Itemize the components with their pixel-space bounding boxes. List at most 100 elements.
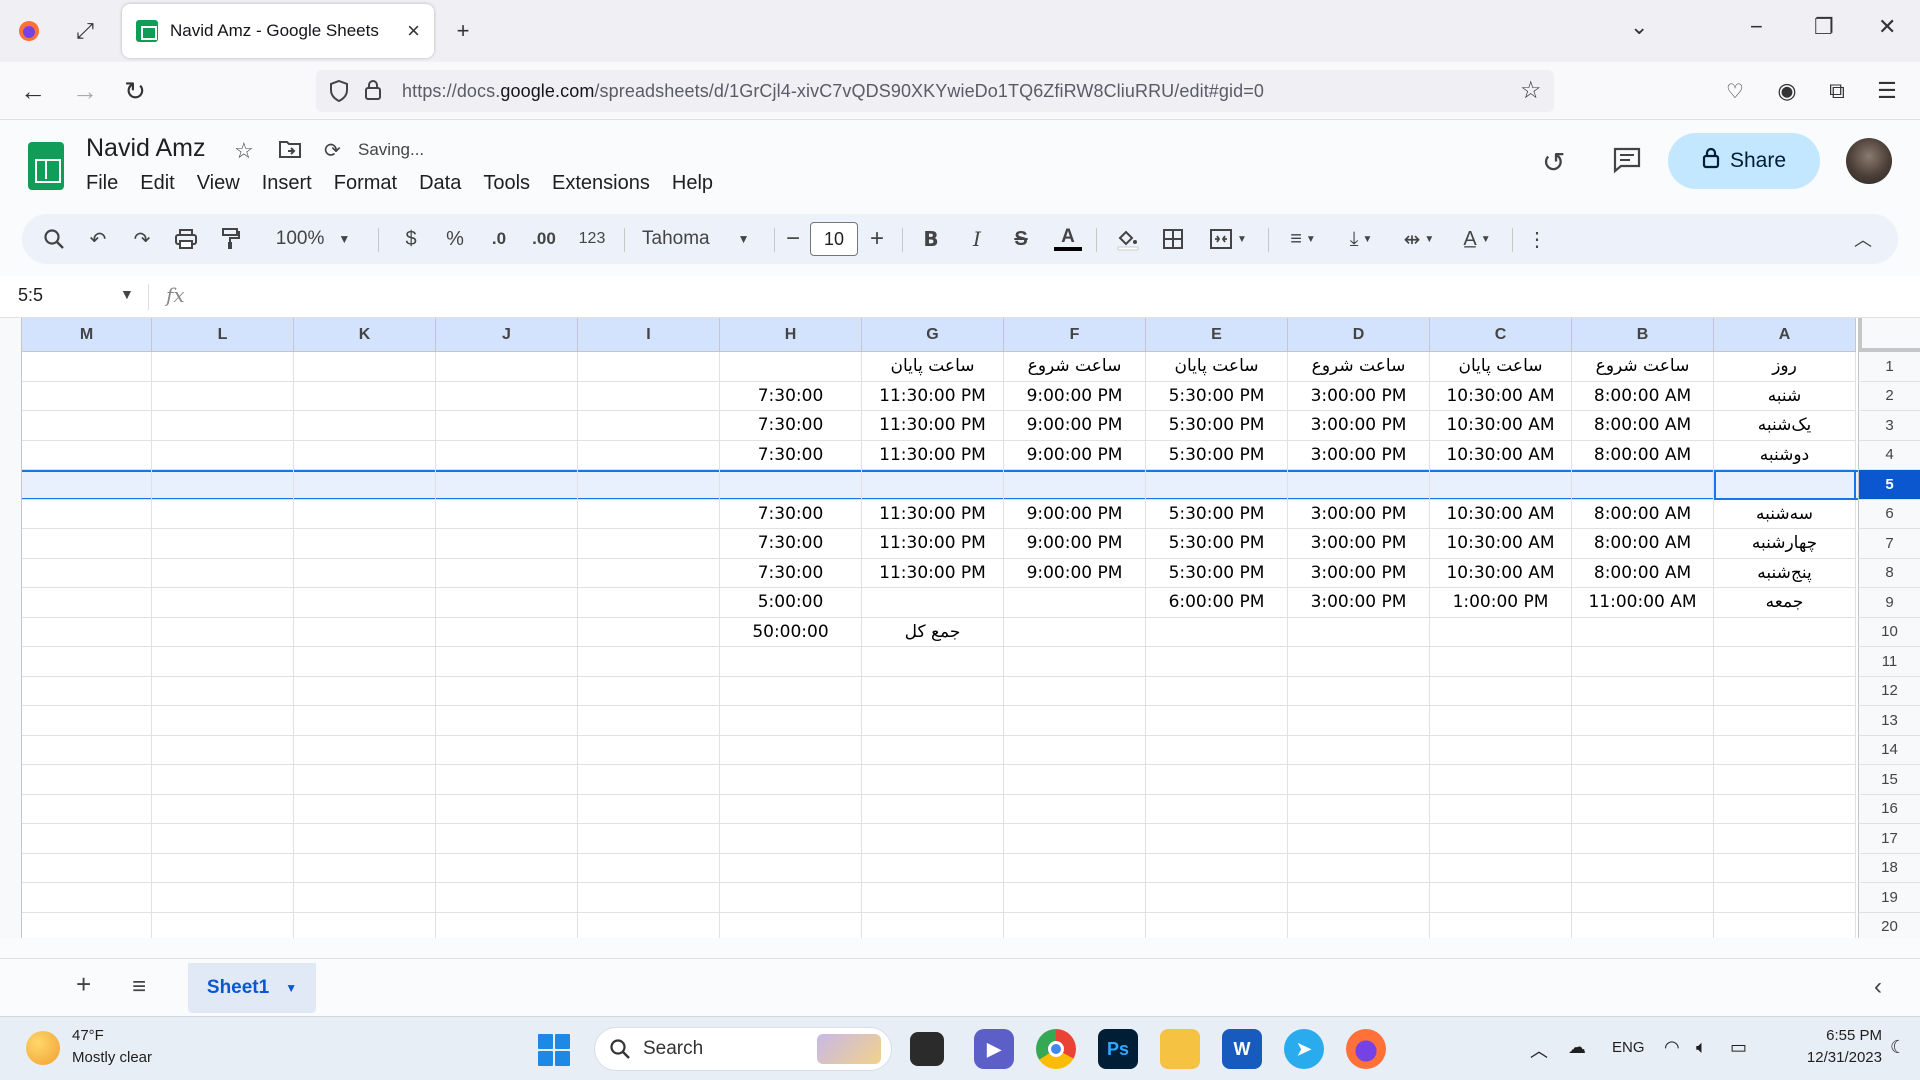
cell-b19[interactable] [1572,883,1714,913]
extensions-icon[interactable]: ⧉ [1820,74,1854,108]
all-sheets-icon[interactable]: ≡ [132,973,146,1001]
cell-e6[interactable]: 5:30:00 PM [1146,499,1288,529]
cell-j1[interactable] [436,352,578,382]
cell-d16[interactable] [1288,794,1430,824]
cell-f7[interactable]: 9:00:00 PM [1004,529,1146,559]
clock-time[interactable]: 6:55 PM [1800,1027,1882,1044]
cell-l6[interactable] [152,499,294,529]
new-tab-icon[interactable]: + [448,16,478,46]
column-header-i[interactable]: I [578,318,720,352]
cell-m3[interactable] [22,411,152,441]
cell-g19[interactable] [862,883,1004,913]
row-header-19[interactable]: 19 [1858,883,1920,913]
cell-c5[interactable] [1430,470,1572,500]
row-header-15[interactable]: 15 [1858,765,1920,795]
cell-m20[interactable] [22,912,152,938]
photoshop-icon[interactable]: Ps [1098,1029,1138,1069]
column-header-g[interactable]: G [862,318,1004,352]
cell-g4[interactable]: 11:30:00 PM [862,440,1004,470]
cell-k8[interactable] [294,558,436,588]
document-title[interactable]: Navid Amz [86,134,205,163]
cell-d17[interactable] [1288,824,1430,854]
cell-d20[interactable] [1288,912,1430,938]
cell-j19[interactable] [436,883,578,913]
reload-icon[interactable]: ↻ [118,74,152,108]
cell-a10[interactable] [1714,617,1856,647]
row-header-9[interactable]: 9 [1858,588,1920,618]
spreadsheet-grid[interactable]: M L K J I H G F E D C B A ساعت پایان ساعت شروع ساعت پای… [0,318,1920,938]
cell-i18[interactable] [578,853,720,883]
cell-c14[interactable] [1430,735,1572,765]
cell-h20[interactable] [720,912,862,938]
cell-e13[interactable] [1146,706,1288,736]
cell-h13[interactable] [720,706,862,736]
cell-j7[interactable] [436,529,578,559]
cell-b11[interactable] [1572,647,1714,677]
telegram-icon[interactable]: ➤ [1284,1029,1324,1069]
cell-b13[interactable] [1572,706,1714,736]
cell-h17[interactable] [720,824,862,854]
cell-f17[interactable] [1004,824,1146,854]
onedrive-icon[interactable]: ☁ [1568,1037,1586,1058]
lock-icon[interactable] [364,79,382,106]
more-options-icon[interactable]: ⋮ [1522,214,1552,264]
cell-l4[interactable] [152,440,294,470]
cell-j9[interactable] [436,588,578,618]
cell-d4[interactable]: 3:00:00 PM [1288,440,1430,470]
cell-l16[interactable] [152,794,294,824]
cell-a9[interactable]: جمعه [1714,588,1856,618]
text-color-icon[interactable]: A [1050,214,1086,264]
cell-b7[interactable]: 8:00:00 AM [1572,529,1714,559]
cell-f8[interactable]: 9:00:00 PM [1004,558,1146,588]
taskbar-search[interactable]: Search [594,1027,892,1071]
cell-d6[interactable]: 3:00:00 PM [1288,499,1430,529]
cell-j11[interactable] [436,647,578,677]
cell-d10[interactable] [1288,617,1430,647]
row-header-3[interactable]: 3 [1858,411,1920,441]
cell-m16[interactable] [22,794,152,824]
cell-d2[interactable]: 3:00:00 PM [1288,381,1430,411]
cell-e17[interactable] [1146,824,1288,854]
folder-icon[interactable] [1160,1029,1200,1069]
strikethrough-icon[interactable]: S [1006,214,1036,264]
cell-f20[interactable] [1004,912,1146,938]
cell-l1[interactable] [152,352,294,382]
cell-j6[interactable] [436,499,578,529]
column-header-k[interactable]: K [294,318,436,352]
cell-g2[interactable]: 11:30:00 PM [862,381,1004,411]
cell-g12[interactable] [862,676,1004,706]
cell-f16[interactable] [1004,794,1146,824]
row-header-2[interactable]: 2 [1858,381,1920,411]
explore-collapse-icon[interactable]: ‹ [1874,973,1882,1001]
weather-temperature[interactable]: 47°F [72,1027,104,1044]
cell-l5[interactable] [152,470,294,500]
shield-icon[interactable] [328,79,350,108]
row-header-5[interactable]: 5 [1858,470,1920,500]
cell-e16[interactable] [1146,794,1288,824]
cell-b8[interactable]: 8:00:00 AM [1572,558,1714,588]
cell-b20[interactable] [1572,912,1714,938]
chrome-icon[interactable] [1036,1029,1076,1069]
sheets-logo-icon[interactable] [28,142,64,190]
cell-m6[interactable] [22,499,152,529]
cell-h10[interactable]: 50:00:00 [720,617,862,647]
cell-j15[interactable] [436,765,578,795]
cell-d13[interactable] [1288,706,1430,736]
increase-decimal-button[interactable]: .00 [524,214,564,264]
cell-a13[interactable] [1714,706,1856,736]
cell-l14[interactable] [152,735,294,765]
cell-e15[interactable] [1146,765,1288,795]
cell-i7[interactable] [578,529,720,559]
cell-b16[interactable] [1572,794,1714,824]
cell-h8[interactable]: 7:30:00 [720,558,862,588]
cell-f4[interactable]: 9:00:00 PM [1004,440,1146,470]
cell-d11[interactable] [1288,647,1430,677]
cell-m4[interactable] [22,440,152,470]
row-header-10[interactable]: 10 [1858,617,1920,647]
cell-e3[interactable]: 5:30:00 PM [1146,411,1288,441]
font-size-input[interactable]: 10 [810,222,858,256]
row-header-7[interactable]: 7 [1858,529,1920,559]
cell-j17[interactable] [436,824,578,854]
cell-f19[interactable] [1004,883,1146,913]
italic-button[interactable]: I [962,214,992,264]
